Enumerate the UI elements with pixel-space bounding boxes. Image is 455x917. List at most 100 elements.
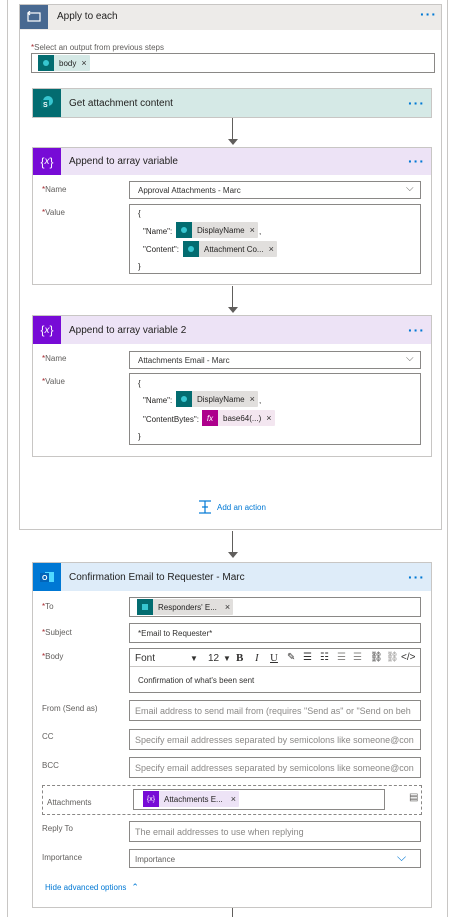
remove-token-icon[interactable]: × xyxy=(250,394,255,404)
confirmation-email-menu-button[interactable]: ··· xyxy=(408,569,425,585)
chevron-up-icon: ⌃ xyxy=(131,882,139,892)
value-label: *Value xyxy=(42,377,65,386)
chevron-down-icon[interactable]: ⌵ xyxy=(406,183,414,194)
attachment-content-token-label: Attachment Co... xyxy=(204,244,264,254)
connector-arrow xyxy=(228,139,238,145)
displayname-token[interactable]: DisplayName × xyxy=(176,222,258,238)
loop-icon xyxy=(20,5,48,29)
reply-to-label: Reply To xyxy=(42,824,73,833)
sharepoint-icon xyxy=(183,241,199,257)
hide-advanced-label: Hide advanced options xyxy=(45,883,127,892)
connector-arrow xyxy=(228,552,238,558)
svg-text:O: O xyxy=(42,575,48,582)
attachments-email-token[interactable]: {x} Attachments E... × xyxy=(143,791,239,807)
json-close-brace: } xyxy=(138,262,141,271)
link-icon[interactable]: ⛓ xyxy=(370,652,383,663)
remove-token-icon[interactable]: × xyxy=(266,413,271,423)
apply-to-each-menu-button[interactable]: ··· xyxy=(420,6,437,22)
add-action-button[interactable]: Add an action xyxy=(198,500,266,514)
to-label: *To xyxy=(42,602,54,611)
append-variable-2-menu-button[interactable]: ··· xyxy=(408,322,425,338)
json-key-name: "Name": xyxy=(143,396,173,405)
outlook-icon: O xyxy=(33,563,61,591)
remove-token-icon[interactable]: × xyxy=(81,58,86,68)
attachments-label: Attachments xyxy=(47,798,92,807)
importance-value: Importance xyxy=(135,855,176,864)
body-token-label: body xyxy=(59,58,77,68)
variable-name-value: Approval Attachments - Marc xyxy=(138,186,241,195)
from-label: From (Send as) xyxy=(42,704,98,713)
base64-token-label: base64(...) xyxy=(223,413,262,423)
json-comma: , xyxy=(259,227,262,236)
select-output-input[interactable] xyxy=(31,53,435,73)
font-dropdown-icon[interactable]: ▼ xyxy=(190,654,198,663)
variable-value-input[interactable] xyxy=(129,373,421,445)
size-dropdown-icon[interactable]: ▼ xyxy=(223,654,231,663)
confirmation-email-title: Confirmation Email to Requester - Marc xyxy=(69,572,245,583)
cc-label: CC xyxy=(42,732,54,741)
name-label: *Name xyxy=(42,354,67,363)
italic-icon[interactable]: I xyxy=(255,652,259,664)
function-icon: fx xyxy=(202,410,218,426)
displayname-token[interactable]: DisplayName × xyxy=(176,391,258,407)
responders-email-token[interactable]: Responders' E... × xyxy=(137,599,234,615)
json-open-brace: { xyxy=(138,209,141,218)
numbered-list-icon[interactable]: ☷ xyxy=(320,652,329,663)
append-variable-2-title: Append to array variable 2 xyxy=(69,325,187,336)
chevron-down-icon[interactable]: ⌵ xyxy=(397,850,406,865)
body-label: *Body xyxy=(42,652,64,661)
connector-line xyxy=(232,908,233,917)
displayname-token-label: DisplayName xyxy=(197,394,245,404)
code-view-icon[interactable]: </> xyxy=(401,652,415,663)
forms-icon xyxy=(137,599,153,615)
sharepoint-icon xyxy=(176,391,192,407)
remove-token-icon[interactable]: × xyxy=(250,225,255,235)
size-select[interactable]: 12 xyxy=(208,653,219,664)
append-variable-title: Append to array variable xyxy=(69,156,178,167)
attachments-token-label: Attachments E... xyxy=(164,794,223,804)
apply-to-each-title: Apply to each xyxy=(57,11,118,22)
hide-advanced-options-link[interactable]: Hide advanced options ⌃ xyxy=(45,882,139,893)
sharepoint-icon xyxy=(38,55,54,71)
subject-value: *Email to Requester* xyxy=(138,629,213,638)
decrease-indent-icon[interactable]: ☰ xyxy=(337,652,346,663)
increase-indent-icon[interactable]: ☰ xyxy=(353,652,362,663)
variable-value-input[interactable] xyxy=(129,204,421,274)
from-placeholder: Email address to send mail from (require… xyxy=(135,706,411,716)
sharepoint-icon: S xyxy=(33,89,61,117)
append-variable-menu-button[interactable]: ··· xyxy=(408,153,425,169)
connector-line xyxy=(232,118,233,140)
highlight-icon[interactable]: ✎ xyxy=(287,652,295,663)
underline-icon[interactable]: U xyxy=(270,652,278,664)
connector-line xyxy=(232,286,233,308)
reply-to-placeholder: The email addresses to use when replying xyxy=(135,827,304,837)
bcc-placeholder: Specify email addresses separated by sem… xyxy=(135,763,414,773)
variable-icon: {x} xyxy=(33,148,61,175)
sharepoint-icon xyxy=(176,222,192,238)
connector-line xyxy=(232,531,233,553)
bold-icon[interactable]: B xyxy=(236,652,243,664)
base64-expression-token[interactable]: fx base64(...) × xyxy=(202,410,275,426)
svg-text:S: S xyxy=(43,102,48,109)
chevron-down-icon[interactable]: ⌵ xyxy=(406,353,414,364)
subject-label: *Subject xyxy=(42,628,72,637)
bcc-label: BCC xyxy=(42,761,59,770)
remove-token-icon[interactable]: × xyxy=(269,244,274,254)
body-token[interactable]: body × xyxy=(38,55,90,71)
get-attachment-title: Get attachment content xyxy=(69,98,173,109)
importance-label: Importance xyxy=(42,853,83,862)
font-select[interactable]: Font xyxy=(135,653,155,664)
body-text: Confirmation of what's been sent xyxy=(138,676,255,685)
switch-input-mode-icon[interactable]: ▤ xyxy=(409,792,418,803)
bullet-list-icon[interactable]: ☰ xyxy=(303,652,312,663)
json-key-name: "Name": xyxy=(143,227,173,236)
remove-token-icon[interactable]: × xyxy=(225,602,230,612)
attachment-content-token[interactable]: Attachment Co... × xyxy=(183,241,277,257)
unlink-icon[interactable]: ⛓ xyxy=(386,652,399,663)
get-attachment-menu-button[interactable]: ··· xyxy=(408,95,425,111)
add-action-label: Add an action xyxy=(217,502,266,512)
variable-name-value: Attachments Email - Marc xyxy=(138,356,230,365)
name-label: *Name xyxy=(42,185,67,194)
remove-token-icon[interactable]: × xyxy=(231,794,236,804)
responders-token-label: Responders' E... xyxy=(158,602,217,612)
